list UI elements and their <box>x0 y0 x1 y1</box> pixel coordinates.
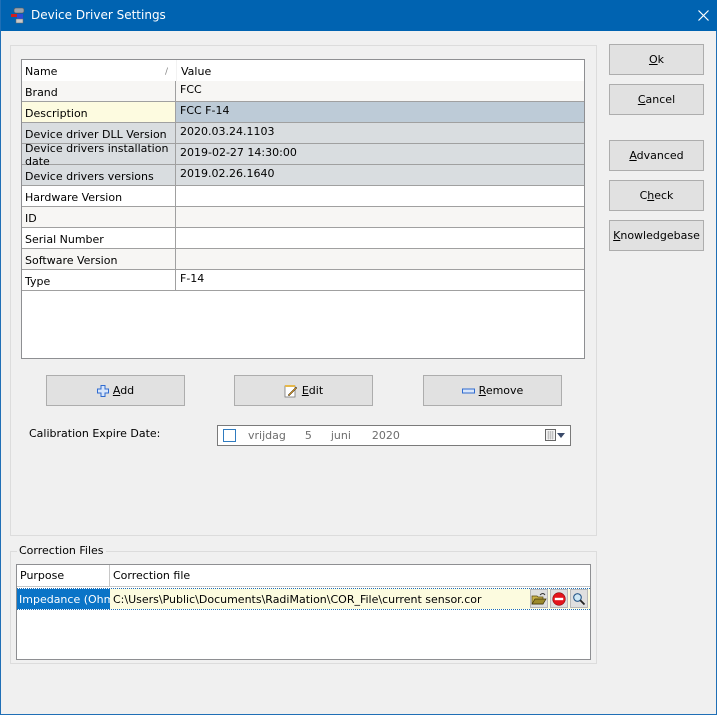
check-label: eck <box>654 189 674 202</box>
remove-accel: R <box>478 384 486 397</box>
device-driver-app-icon <box>10 7 28 24</box>
open-file-button[interactable] <box>530 589 548 608</box>
row-value: 2020.03.24.1103 <box>180 125 275 138</box>
ok-accel: O <box>648 53 658 66</box>
calendar-dropdown-button[interactable] <box>545 429 565 441</box>
calibration-expire-date-label: Calibration Expire Date: <box>29 427 161 440</box>
cancel-button[interactable]: Cancel <box>609 84 704 115</box>
table-row-installation-date[interactable]: Device drivers installation date 2019-02… <box>22 142 584 168</box>
calendar-icon <box>545 429 556 441</box>
ok-label: k <box>657 53 665 66</box>
table-row-id[interactable]: ID <box>22 207 584 228</box>
row-value <box>176 249 584 269</box>
window-title: Device Driver Settings <box>31 8 166 22</box>
device-driver-settings-window: Device Driver Settings Name / Value Bran… <box>0 0 717 715</box>
row-name: Type <box>22 270 176 290</box>
remove-label: emove <box>485 384 524 397</box>
edit-accel: E <box>301 384 309 397</box>
ok-button[interactable]: Ok <box>609 44 704 75</box>
table-row-description[interactable]: Description FCC F-14 <box>22 102 584 123</box>
header-value-label: Value <box>181 65 212 78</box>
edit-label: dit <box>308 384 324 397</box>
table-row-dll-version[interactable]: Device driver DLL Version 2020.03.24.110… <box>22 123 584 144</box>
row-name: Software Version <box>22 249 176 269</box>
notepad-edit-icon <box>284 384 298 398</box>
add-label: dd <box>120 384 135 397</box>
row-name: Hardware Version <box>22 186 176 206</box>
file-path-text: C:\Users\Public\Documents\RadiMation\COR… <box>113 592 482 606</box>
date-year[interactable]: 2020 <box>372 429 400 442</box>
correction-file-actions <box>530 589 588 609</box>
correction-files-label: Correction Files <box>17 544 106 557</box>
advanced-label: dvanced <box>636 149 684 162</box>
correction-files-grid[interactable]: Purpose Correction file Impedance (Ohm) … <box>16 564 591 660</box>
date-day[interactable]: 5 <box>305 429 312 442</box>
row-purpose[interactable]: Impedance (Ohm) <box>17 589 119 609</box>
table-row-drivers-versions[interactable]: Device drivers versions 2019.02.26.1640 <box>22 165 584 186</box>
advanced-button[interactable]: Advanced <box>609 140 704 171</box>
row-name: ID <box>22 207 176 227</box>
row-value: FCC <box>180 83 202 96</box>
header-name-column[interactable]: Name / <box>22 60 176 81</box>
row-name: Description <box>22 102 176 122</box>
date-weekday[interactable]: vrijdag <box>248 429 286 442</box>
clear-file-button[interactable] <box>550 589 568 608</box>
calibration-date-picker[interactable]: vrijdag 5 juni 2020 <box>217 425 571 446</box>
row-name: Brand <box>22 81 176 101</box>
cancel-accel: C <box>637 93 646 106</box>
open-folder-icon <box>531 592 547 604</box>
close-icon <box>697 10 709 21</box>
cancel-label: ancel <box>645 93 676 106</box>
add-button[interactable]: Add <box>46 375 185 406</box>
calibration-date-checkbox[interactable] <box>223 429 236 442</box>
row-value <box>176 228 584 248</box>
advanced-accel: A <box>629 149 637 162</box>
properties-grid[interactable]: Name / Value Brand FCC Description FCC F… <box>21 59 585 359</box>
row-value <box>176 186 584 206</box>
no-entry-icon <box>552 591 566 606</box>
magnifier-icon <box>573 592 586 605</box>
knowledgebase-label: nowledgebase <box>620 229 700 242</box>
row-name: Device driver DLL Version <box>22 123 176 143</box>
header-correction-file[interactable]: Correction file <box>110 565 590 586</box>
row-file-path[interactable]: C:\Users\Public\Documents\RadiMation\COR… <box>110 589 590 609</box>
row-name: Serial Number <box>22 228 176 248</box>
row-value: 2019-02-27 14:30:00 <box>180 146 297 159</box>
table-row-type[interactable]: Type F-14 <box>22 270 584 291</box>
row-name: Device drivers installation date <box>22 142 176 168</box>
plus-icon <box>96 384 109 397</box>
view-file-button[interactable] <box>570 589 588 608</box>
row-value: FCC F-14 <box>176 102 584 122</box>
header-value-column[interactable]: Value <box>176 60 584 81</box>
row-value: 2019.02.26.1640 <box>180 167 275 180</box>
title-bar: Device Driver Settings <box>1 0 717 31</box>
table-row-hardware-version[interactable]: Hardware Version <box>22 186 584 207</box>
header-name-label: Name <box>25 65 58 78</box>
header-purpose[interactable]: Purpose <box>17 565 110 586</box>
correction-file-row[interactable]: Impedance (Ohm) C:\Users\Public\Document… <box>17 588 590 610</box>
minus-icon <box>461 388 475 394</box>
close-button[interactable] <box>688 0 717 31</box>
date-month[interactable]: juni <box>331 429 351 442</box>
correction-files-header: Purpose Correction file <box>17 565 590 587</box>
edit-button[interactable]: Edit <box>234 375 373 406</box>
grid-header: Name / Value <box>22 60 584 81</box>
row-value: F-14 <box>180 272 205 285</box>
check-button[interactable]: Check <box>609 180 704 211</box>
row-name: Device drivers versions <box>22 165 176 185</box>
table-row-serial-number[interactable]: Serial Number <box>22 228 584 249</box>
sort-indicator-icon: / <box>164 66 168 77</box>
remove-button[interactable]: Remove <box>423 375 562 406</box>
table-row-brand[interactable]: Brand FCC <box>22 81 584 102</box>
knowledgebase-button[interactable]: Knowledgebase <box>609 220 704 251</box>
chevron-down-icon <box>557 432 565 438</box>
table-row-software-version[interactable]: Software Version <box>22 249 584 270</box>
row-value <box>176 207 584 227</box>
